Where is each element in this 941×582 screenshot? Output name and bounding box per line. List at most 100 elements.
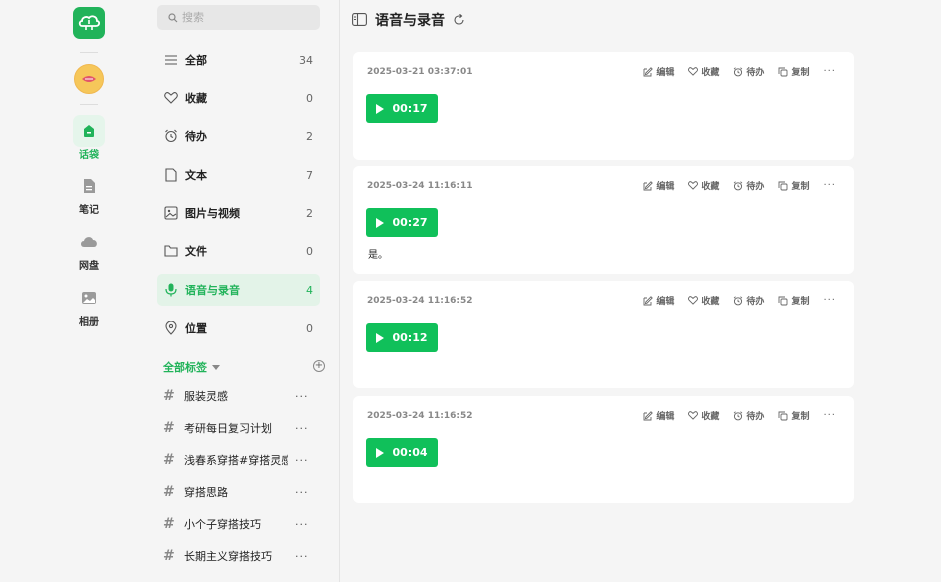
more-icon[interactable]: ··· — [823, 180, 836, 191]
copy-button[interactable]: 复制 — [778, 65, 809, 78]
voice-duration: 00:12 — [392, 331, 428, 344]
more-icon[interactable]: ··· — [823, 410, 836, 421]
more-icon[interactable]: ··· — [295, 390, 309, 403]
category-all[interactable]: 全部 34 — [157, 44, 320, 76]
voice-card[interactable]: 2025-03-21 03:37:01 编辑 收藏 待办 复制 ··· 00:1… — [353, 52, 854, 160]
card-timestamp: 2025-03-24 11:16:11 — [367, 181, 473, 191]
favorite-button[interactable]: 收藏 — [688, 409, 719, 422]
cloud-icon — [73, 226, 105, 258]
document-icon — [164, 168, 178, 182]
rail-item-huadai[interactable]: 话袋 — [65, 115, 113, 162]
rail-item-notes[interactable]: 笔记 — [65, 170, 113, 217]
tags-header: 全部标签 + — [163, 358, 325, 376]
rail-item-album[interactable]: 相册 — [65, 282, 113, 329]
copy-button[interactable]: 复制 — [778, 409, 809, 422]
alarm-clock-icon — [734, 295, 743, 305]
category-voice[interactable]: 语音与录音 4 — [157, 274, 320, 306]
more-icon[interactable]: ··· — [295, 422, 309, 435]
tag-item[interactable]: # 服装灵感 ··· — [163, 385, 313, 407]
edit-button[interactable]: 编辑 — [643, 179, 674, 192]
copy-button[interactable]: 复制 — [778, 294, 809, 307]
play-icon — [376, 332, 385, 343]
todo-button[interactable]: 待办 — [733, 294, 764, 307]
hash-icon: # — [163, 452, 175, 468]
category-text[interactable]: 文本 7 — [157, 159, 320, 191]
more-icon[interactable]: ··· — [823, 66, 836, 77]
tag-item[interactable]: # 浅春系穿搭#穿搭灵感 ··· — [163, 449, 313, 471]
category-count: 2 — [306, 206, 313, 220]
tags-title[interactable]: 全部标签 — [163, 359, 207, 375]
category-count: 0 — [306, 91, 313, 105]
favorite-button[interactable]: 收藏 — [688, 294, 719, 307]
list-icon — [164, 53, 178, 67]
category-count: 34 — [299, 53, 313, 67]
category-files[interactable]: 文件 0 — [157, 235, 320, 267]
todo-button[interactable]: 待办 — [733, 179, 764, 192]
category-favorites[interactable]: 收藏 0 — [157, 82, 320, 114]
tag-item[interactable]: # 穿搭思路 ··· — [163, 481, 313, 503]
rail-item-cloud-drive[interactable]: 网盘 — [65, 226, 113, 273]
tag-name: 长期主义穿搭技巧 — [184, 550, 272, 563]
category-count: 7 — [306, 168, 313, 182]
main-panel: 语音与录音 2025-03-21 03:37:01 编辑 收藏 待办 复制 ··… — [341, 0, 941, 582]
play-voice-button[interactable]: 00:27 — [366, 208, 438, 237]
play-voice-button[interactable]: 00:12 — [366, 323, 438, 352]
alarm-clock-icon — [734, 180, 743, 190]
play-voice-button[interactable]: 00:17 — [366, 94, 438, 123]
copy-icon — [778, 411, 788, 420]
category-count: 2 — [306, 129, 313, 143]
more-icon[interactable]: ··· — [295, 518, 309, 531]
search-box[interactable] — [157, 5, 320, 30]
tag-item[interactable]: # 长期主义穿搭技巧 ··· — [163, 545, 313, 567]
voice-card[interactable]: 2025-03-24 11:16:11 编辑 收藏 待办 复制 ··· 00:2… — [353, 166, 854, 274]
todo-button[interactable]: 待办 — [733, 409, 764, 422]
location-pin-icon — [164, 321, 178, 335]
page-title: 语音与录音 — [375, 13, 445, 29]
category-label: 位置 — [185, 322, 207, 335]
rail-item-label: 话袋 — [79, 150, 99, 161]
more-icon[interactable]: ··· — [823, 295, 836, 306]
tag-item[interactable]: # 小个子穿搭技巧 ··· — [163, 513, 313, 535]
heart-icon — [688, 67, 699, 76]
card-timestamp: 2025-03-24 11:16:52 — [367, 411, 473, 421]
more-icon[interactable]: ··· — [295, 486, 309, 499]
hash-icon: # — [163, 420, 175, 436]
favorite-button[interactable]: 收藏 — [688, 179, 719, 192]
rail-divider — [80, 104, 98, 105]
category-label: 全部 — [185, 54, 207, 67]
hash-icon: # — [163, 388, 175, 404]
category-media[interactable]: 图片与视频 2 — [157, 197, 320, 229]
hash-icon: # — [163, 516, 175, 532]
copy-icon — [778, 181, 788, 190]
more-icon[interactable]: ··· — [295, 550, 309, 563]
app-logo-icon[interactable] — [73, 7, 105, 39]
category-todo[interactable]: 待办 2 — [157, 120, 320, 152]
voice-card[interactable]: 2025-03-24 11:16:52 编辑 收藏 待办 复制 ··· 00:0… — [353, 396, 854, 503]
category-location[interactable]: 位置 0 — [157, 312, 320, 344]
sidebar-toggle-icon[interactable] — [352, 11, 367, 30]
caret-down-icon[interactable] — [212, 364, 220, 370]
search-input[interactable] — [182, 11, 312, 24]
play-voice-button[interactable]: 00:04 — [366, 438, 438, 467]
tag-item[interactable]: # 考研每日复习计划 ··· — [163, 417, 313, 439]
category-label: 图片与视频 — [185, 207, 240, 220]
voice-duration: 00:04 — [392, 446, 428, 459]
refresh-icon[interactable] — [453, 11, 465, 30]
hash-icon: # — [163, 548, 175, 564]
copy-button[interactable]: 复制 — [778, 179, 809, 192]
edit-button[interactable]: 编辑 — [643, 294, 674, 307]
category-count: 0 — [306, 244, 313, 258]
image-icon — [164, 206, 178, 220]
category-label: 文件 — [185, 245, 207, 258]
edit-button[interactable]: 编辑 — [643, 409, 674, 422]
more-icon[interactable]: ··· — [295, 454, 309, 467]
todo-button[interactable]: 待办 — [733, 65, 764, 78]
voice-duration: 00:27 — [392, 216, 428, 229]
edit-icon — [643, 295, 654, 305]
add-tag-icon[interactable]: + — [313, 360, 325, 372]
avatar[interactable] — [74, 64, 104, 94]
voice-card[interactable]: 2025-03-24 11:16:52 编辑 收藏 待办 复制 ··· 00:1… — [353, 281, 854, 388]
favorite-button[interactable]: 收藏 — [688, 65, 719, 78]
category-label: 待办 — [185, 130, 207, 143]
edit-button[interactable]: 编辑 — [643, 65, 674, 78]
